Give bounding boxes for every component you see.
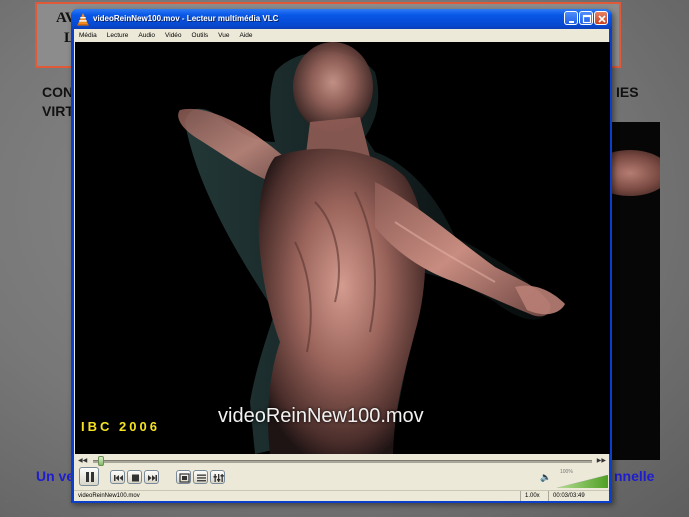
status-divider [520,491,521,501]
menu-outils[interactable]: Outils [187,29,214,42]
menu-aide[interactable]: Aide [235,29,258,42]
minimize-icon [569,21,574,23]
pause-button[interactable] [79,467,99,486]
video-watermark: IBC 2006 [81,419,160,434]
menu-media[interactable]: Média [74,29,102,42]
previous-button[interactable] [110,470,125,484]
speaker-icon[interactable]: 🔈 [540,472,551,483]
pause-icon [86,472,94,482]
video-area[interactable]: IBC 2006 videoReinNew100.mov [75,42,610,454]
equalizer-icon [213,474,224,482]
head-shape [293,42,373,132]
extended-settings-button[interactable] [210,470,225,484]
fullscreen-button[interactable] [176,470,191,484]
status-speed[interactable]: 1.00x [525,491,540,501]
seek-slider-handle[interactable] [97,456,104,466]
stop-button[interactable] [127,470,142,484]
seek-back-icon[interactable]: ◀◀ [78,457,87,464]
maximize-button[interactable] [579,11,593,25]
menu-lecture[interactable]: Lecture [102,29,134,42]
volume-slider[interactable] [557,475,608,488]
arrow-right-icon[interactable]: ▸ [55,497,64,506]
menu-bar: Média Lecture Audio Vidéo Outils Vue Aid… [74,29,609,42]
status-bar: videoReinNew100.mov 1.00x 00:03/03:49 [74,490,609,501]
slide-anatomy-image [610,122,660,460]
maximize-icon [582,14,592,24]
slide-heading-fragment-2: VIRT [42,103,74,119]
menu-audio[interactable]: Audio [133,29,160,42]
slide-toolbar: ◂ ✎ ▭ ▸ [4,497,64,506]
slide-heading-fragment: CON [42,84,74,100]
arrow-left-icon[interactable]: ◂ [4,497,13,506]
pen-icon[interactable]: ✎ [21,497,30,506]
menu-icon[interactable]: ▭ [38,497,47,506]
slide-heading-fragment-3: IES [616,84,639,100]
menu-vue[interactable]: Vue [213,29,234,42]
vlc-cone-icon [77,13,89,26]
status-divider [548,491,549,501]
seek-bar[interactable]: ◀◀ ▶▶ [78,456,606,466]
anatomy-figure-frame [178,42,565,454]
next-button[interactable] [144,470,159,484]
stop-icon [132,474,139,482]
close-button[interactable] [594,11,608,25]
menu-video[interactable]: Vidéo [160,29,187,42]
desktop-stage: AV L CON VIRT IES Un ve nnelle ◂ ✎ ▭ ▸ v… [0,0,689,517]
minimize-button[interactable] [564,11,578,25]
playlist-button[interactable] [193,470,208,484]
playback-controls: 🔈 100% [79,466,608,488]
next-icon [148,475,157,481]
vlc-window: videoReinNew100.mov - Lecteur multimédia… [71,9,612,503]
video-filename-overlay: videoReinNew100.mov [218,405,424,427]
slide-caption-fragment: Un ve [36,468,75,484]
window-titlebar[interactable]: videoReinNew100.mov - Lecteur multimédia… [71,9,612,29]
fullscreen-icon [179,473,190,483]
previous-icon [114,475,123,481]
seek-track[interactable] [93,460,592,463]
playlist-icon [197,474,206,482]
close-icon [598,15,606,23]
status-filename: videoReinNew100.mov [78,493,140,499]
window-title: videoReinNew100.mov - Lecteur multimédia… [93,14,279,23]
seek-forward-icon[interactable]: ▶▶ [597,457,606,464]
status-time[interactable]: 00:03/03:49 [553,491,585,501]
slide-caption-fragment-2: nnelle [614,468,655,484]
